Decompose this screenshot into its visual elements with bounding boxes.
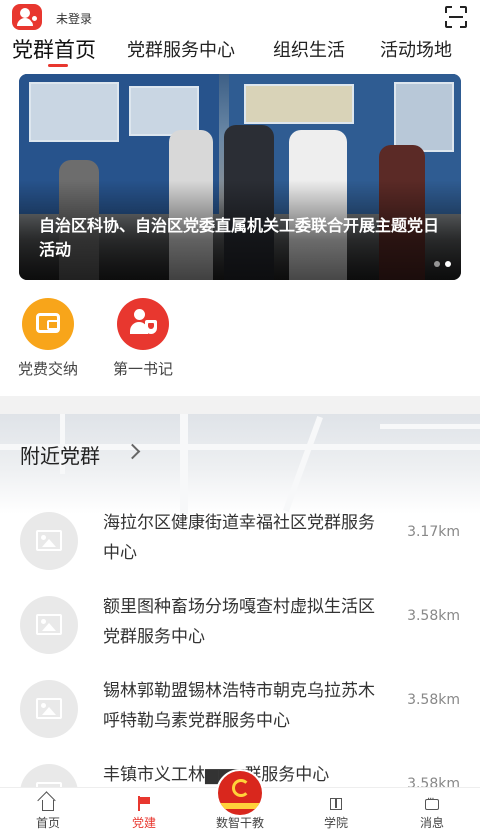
nav-academy[interactable]: 学院 [296, 796, 376, 831]
item-distance: 3.58km [407, 692, 460, 708]
nav-label: 首页 [35, 816, 60, 830]
scan-icon[interactable] [445, 6, 467, 28]
wallet-icon [22, 298, 74, 350]
tab-service-center[interactable]: 党群服务中心 [127, 36, 235, 62]
user-avatar-icon[interactable] [12, 4, 42, 30]
item-name: 海拉尔区健康街道幸福社区党群服务中心 [103, 513, 375, 563]
login-status[interactable]: 未登录 [56, 10, 92, 27]
nav-messages[interactable]: 消息 [392, 794, 472, 831]
tab-organization-life[interactable]: 组织生活 [273, 36, 345, 62]
nav-label: 党建 [131, 816, 156, 830]
item-distance: 3.17km [407, 524, 460, 540]
nearby-title[interactable]: 附近党群 [20, 440, 100, 469]
item-distance: 3.58km [407, 608, 460, 624]
party-emblem-icon[interactable] [216, 769, 264, 817]
tab-activity-venue[interactable]: 活动场地 [380, 36, 452, 62]
secretary-icon [117, 298, 169, 350]
news-banner[interactable]: 自治区科协、自治区党委直属机关工委联合开展主题党日活动 [19, 74, 461, 280]
quick-action-label: 第一书记 [112, 360, 173, 378]
nav-label: 消息 [419, 816, 444, 830]
item-name: 锡林郭勒盟锡林浩特市朝克乌拉苏木呼特勒乌素党群服务中心 [103, 681, 375, 731]
quick-action-party-dues[interactable]: 党费交纳 [8, 298, 88, 379]
carousel-dot [434, 261, 440, 267]
section-divider [0, 396, 480, 414]
quick-action-label: 党费交纳 [17, 360, 78, 378]
quick-action-first-secretary[interactable]: 第一书记 [103, 298, 183, 379]
image-placeholder-icon [20, 680, 78, 738]
carousel-indicator [429, 252, 451, 271]
nav-label: 数智干教 [215, 816, 264, 830]
list-item[interactable]: 额里图种畜场分场嘎查村虚拟生活区党群服务中心 3.58km [0, 588, 480, 672]
flag-icon [137, 796, 151, 811]
top-tabs: 党群首页 党群服务中心 组织生活 活动场地 [0, 34, 480, 68]
home-icon [42, 800, 54, 811]
carousel-dot-active [445, 261, 451, 267]
item-name: 额里图种畜场分场嘎查村虚拟生活区党群服务中心 [103, 597, 375, 647]
list-item[interactable]: 锡林郭勒盟锡林浩特市朝克乌拉苏木呼特勒乌素党群服务中心 3.58km [0, 672, 480, 756]
banner-caption[interactable]: 自治区科协、自治区党委直属机关工委联合开展主题党日活动 [39, 214, 449, 262]
tab-home[interactable]: 党群首页 [12, 34, 96, 64]
active-tab-indicator [48, 64, 68, 67]
list-item[interactable]: 海拉尔区健康街道幸福社区党群服务中心 3.17km [0, 504, 480, 588]
nav-label: 学院 [323, 816, 348, 830]
image-placeholder-icon [20, 596, 78, 654]
message-icon [425, 794, 439, 810]
school-icon [330, 798, 342, 810]
top-bar: 未登录 [0, 0, 480, 34]
nav-home[interactable]: 首页 [8, 796, 88, 831]
nav-party-building[interactable]: 党建 [104, 796, 184, 831]
image-placeholder-icon [20, 512, 78, 570]
